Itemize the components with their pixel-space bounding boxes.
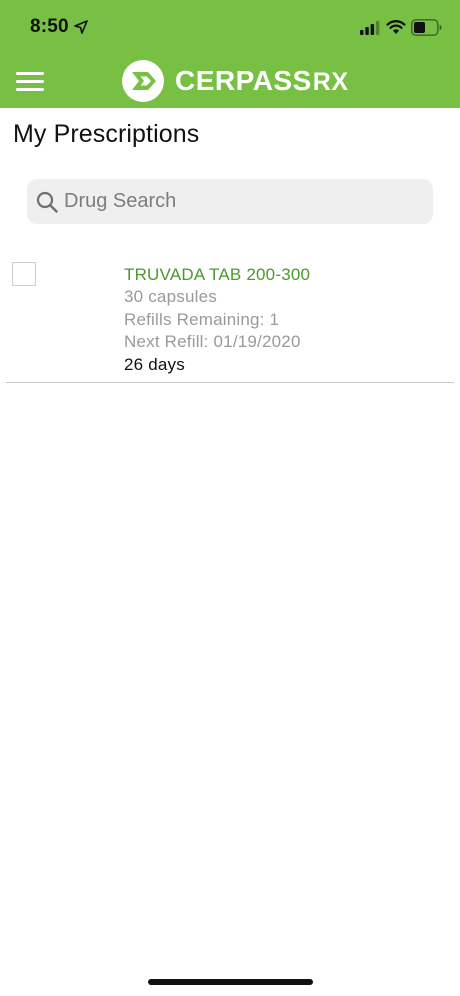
prescription-details: TRUVADA TAB 200-300 30 capsules Refills …	[124, 264, 310, 376]
logo-suffix: RX	[312, 68, 349, 96]
logo-wordmark: CERPASSRX	[175, 65, 349, 97]
wifi-icon	[386, 20, 406, 34]
home-indicator[interactable]	[148, 979, 313, 985]
top-bar: 8:50 CERPASSRX	[0, 0, 460, 108]
drug-name[interactable]: TRUVADA TAB 200-300	[124, 264, 310, 286]
prescription-row[interactable]: TRUVADA TAB 200-300 30 capsules Refills …	[6, 250, 454, 383]
nav-bar: CERPASSRX	[0, 56, 460, 108]
search-icon	[36, 191, 58, 213]
location-arrow-icon	[74, 20, 88, 34]
battery-icon	[411, 19, 442, 36]
status-time: 8:50	[30, 16, 69, 37]
hamburger-menu-icon[interactable]	[14, 68, 46, 94]
cellular-signal-icon	[360, 21, 380, 35]
drug-search-box[interactable]	[27, 179, 433, 224]
next-refill-date: Next Refill: 01/19/2020	[124, 332, 301, 351]
page-title: My Prescriptions	[13, 120, 200, 148]
drug-quantity: 30 capsules	[124, 287, 217, 306]
status-bar: 8:50	[0, 0, 460, 56]
days-until-refill: 26 days	[124, 354, 185, 374]
logo-text: CERPASS	[175, 65, 312, 96]
prescriptions-screen: 8:50 CERPASSRX My Prescriptions Drug Sea…	[0, 0, 460, 996]
drug-search-input[interactable]	[64, 179, 419, 224]
prescription-checkbox[interactable]	[12, 262, 36, 286]
cerpass-logo-mark	[122, 60, 164, 102]
cerpassrx-logo: CERPASSRX	[121, 58, 351, 104]
refills-remaining: Refills Remaining: 1	[124, 309, 280, 329]
